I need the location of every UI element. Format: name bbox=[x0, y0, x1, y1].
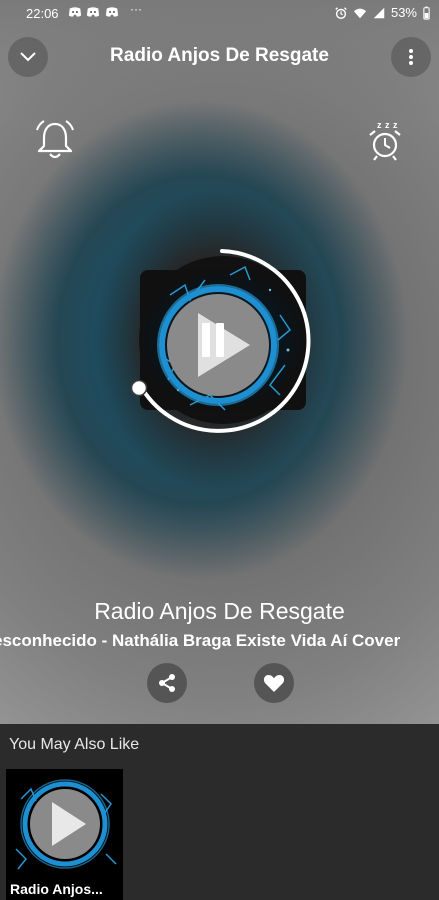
alarm-icon bbox=[335, 6, 347, 19]
discord-icon bbox=[87, 7, 100, 17]
progress-knob[interactable] bbox=[129, 378, 149, 398]
status-right: 53% bbox=[334, 5, 431, 20]
status-bar: 22:06 ··· 53% bbox=[0, 0, 439, 28]
battery-icon bbox=[423, 5, 430, 20]
notification-icons bbox=[68, 5, 119, 22]
recommendation-label: Radio Anjos... bbox=[10, 881, 103, 897]
heart-icon bbox=[263, 675, 285, 692]
station-name: Radio Anjos De Resgate bbox=[94, 598, 345, 624]
sleep-timer-icon[interactable]: z z z bbox=[363, 118, 407, 162]
discord-icon bbox=[105, 7, 118, 17]
status-time: 22:06 bbox=[26, 6, 59, 21]
favorite-button[interactable] bbox=[254, 663, 294, 703]
share-icon bbox=[159, 674, 175, 692]
svg-text:z: z bbox=[393, 120, 398, 130]
page-title: Radio Anjos De Resgate bbox=[110, 45, 329, 66]
discord-icon bbox=[68, 7, 82, 17]
wifi-icon bbox=[353, 8, 367, 18]
svg-text:z: z bbox=[377, 120, 382, 130]
recommendation-card[interactable]: Radio Anjos... bbox=[6, 769, 123, 900]
alarm-bell-icon[interactable] bbox=[33, 118, 77, 162]
track-info: esconhecido - Nathália Braga Existe Vida… bbox=[0, 631, 401, 650]
status-more: ··· bbox=[130, 2, 142, 16]
share-button[interactable] bbox=[147, 663, 187, 703]
svg-text:z: z bbox=[385, 120, 390, 130]
station-artwork[interactable] bbox=[130, 245, 316, 435]
pause-icon[interactable] bbox=[202, 323, 210, 357]
signal-icon bbox=[373, 7, 385, 18]
more-options-button[interactable] bbox=[391, 37, 431, 77]
more-vertical-icon bbox=[409, 49, 413, 65]
battery-percent: 53% bbox=[390, 5, 417, 20]
recommendations-section: You May Also Like Radio Anjos... bbox=[0, 724, 439, 900]
section-title: You May Also Like bbox=[9, 736, 140, 753]
